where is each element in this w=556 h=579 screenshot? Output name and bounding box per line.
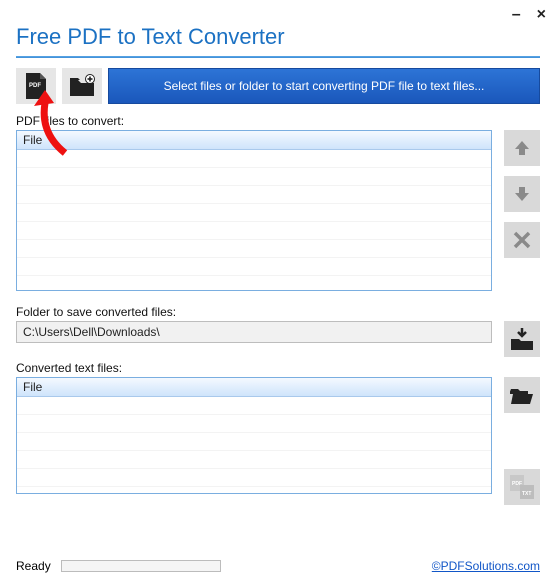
output-folder-field[interactable] [16,321,492,343]
close-button[interactable]: × [537,6,546,24]
output-list-body[interactable] [17,397,491,493]
footer-link[interactable]: ©PDFSolutions.com [432,559,540,573]
add-folder-button[interactable] [62,68,102,104]
arrow-down-icon [512,184,532,204]
app-title: Free PDF to Text Converter [16,24,540,50]
x-icon [513,231,531,249]
progress-bar [61,560,221,572]
arrow-up-icon [512,138,532,158]
add-pdf-file-button[interactable]: PDF [16,68,56,104]
folder-open-icon [510,385,534,405]
open-folder-button[interactable] [504,377,540,413]
pdf-to-txt-icon: PDF TXT [509,474,535,500]
status-text: Ready [16,559,51,573]
title-divider [16,56,540,58]
source-list-body[interactable] [17,150,491,290]
folder-plus-icon [69,74,95,98]
folder-label: Folder to save converted files: [16,305,540,319]
source-column-file[interactable]: File [17,131,491,150]
browse-folder-button[interactable] [504,321,540,357]
toolbar: PDF Select files or folder to start conv… [16,68,540,104]
svg-text:TXT: TXT [522,491,531,497]
remove-button[interactable] [504,222,540,258]
pdf-file-icon: PDF [24,73,48,99]
move-up-button[interactable] [504,130,540,166]
minimize-button[interactable]: – [512,6,521,24]
source-label: PDF files to convert: [16,114,540,128]
output-label: Converted text files: [16,361,540,375]
source-file-list[interactable]: File [16,130,492,291]
select-files-button[interactable]: Select files or folder to start converti… [108,68,540,104]
output-file-list[interactable]: File [16,377,492,494]
move-down-button[interactable] [504,176,540,212]
svg-text:PDF: PDF [29,83,41,89]
folder-download-icon [510,327,534,351]
convert-button[interactable]: PDF TXT [504,469,540,505]
status-bar: Ready ©PDFSolutions.com [16,559,540,573]
output-column-file[interactable]: File [17,378,491,397]
